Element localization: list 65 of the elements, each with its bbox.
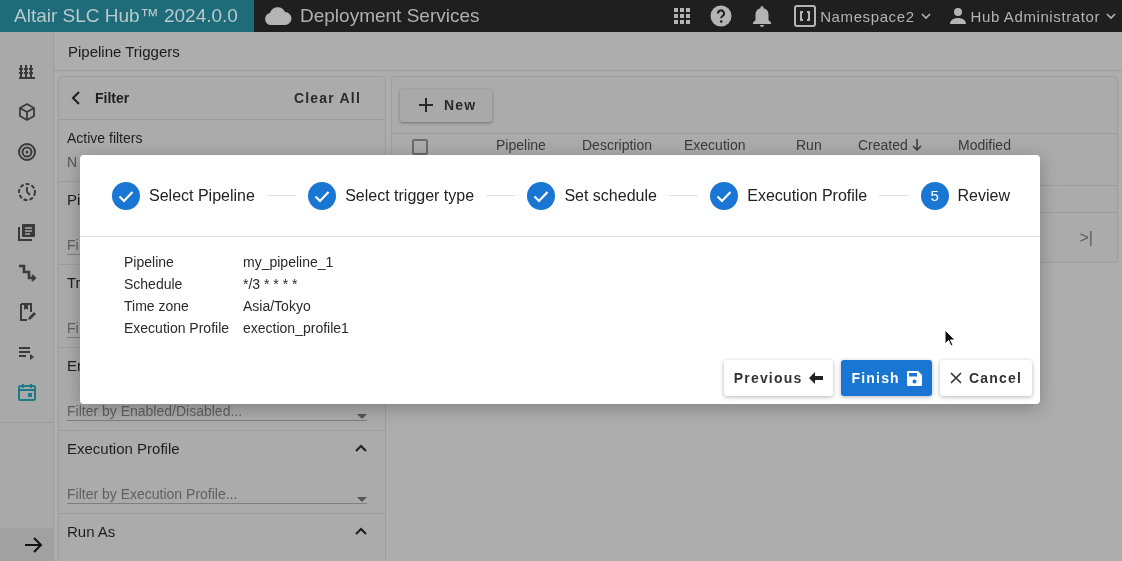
filter-section-title: Run As	[67, 522, 116, 540]
step-label: Select Pipeline	[149, 186, 255, 205]
column-header[interactable]: Created	[858, 137, 958, 153]
step-label: Set schedule	[564, 186, 657, 205]
filter-section-title: Pi	[67, 190, 81, 208]
step-label: Select trigger type	[345, 186, 475, 205]
save-icon	[906, 370, 922, 386]
step-label: Review	[957, 186, 1011, 205]
review-value: exection_profile1	[243, 319, 349, 338]
product-title: Altair SLC Hub™ 2024.0.0	[0, 0, 254, 32]
step-number: 5	[920, 181, 949, 210]
active-filters-value: N	[67, 154, 79, 170]
active-filters-label: Active filters	[67, 130, 144, 146]
finish-button[interactable]: Finish	[841, 360, 932, 396]
calendar-icon	[16, 382, 37, 402]
clear-all-button[interactable]: Clear All	[293, 90, 361, 106]
cancel-button[interactable]: Cancel	[939, 360, 1032, 396]
new-button[interactable]: New	[400, 88, 493, 122]
step-label: Execution Profile	[747, 186, 868, 205]
last-page-button[interactable]: >|	[1079, 229, 1093, 247]
expand-sidebar-button[interactable]	[0, 528, 53, 561]
namespace-selector[interactable]: Namespace2	[790, 0, 937, 32]
filter-section-title: Tr	[67, 273, 81, 291]
review-value: my_pipeline_1	[243, 253, 335, 272]
arrow-left-icon	[809, 372, 824, 384]
arrow-right-icon	[23, 535, 44, 554]
review-value: */3 * * * *	[243, 275, 299, 294]
filter-section-title: Execution Profile	[67, 439, 180, 457]
column-header[interactable]: Modified	[958, 137, 1058, 153]
column-header[interactable]: Pipeline	[496, 137, 582, 153]
namespace-icon	[794, 5, 817, 27]
filter-section-title: Er	[67, 356, 82, 374]
bars-icon	[16, 62, 37, 82]
filter-field[interactable]: Filter by Execution Profile...	[67, 479, 367, 504]
filter-title: Filter	[95, 90, 131, 106]
back-button[interactable]	[71, 91, 81, 105]
bell-icon[interactable]	[752, 5, 773, 27]
close-icon	[949, 372, 962, 384]
column-header[interactable]: Run	[796, 137, 858, 153]
app-title: Deployment Services	[300, 5, 480, 27]
review-label: Execution Profile	[124, 319, 231, 338]
person-icon	[948, 7, 967, 25]
previous-button[interactable]: Previous	[723, 360, 834, 396]
column-header[interactable]: Description	[582, 137, 684, 153]
user-menu[interactable]: Hub Administrator	[944, 0, 1122, 32]
clock-icon	[16, 182, 37, 202]
help-icon[interactable]	[710, 5, 733, 27]
documents-icon	[16, 222, 37, 242]
review-label: Time zone	[124, 297, 190, 316]
apps-grid-icon[interactable]	[674, 8, 691, 24]
chevron-up-icon[interactable]	[355, 526, 367, 536]
review-label: Schedule	[124, 275, 184, 294]
column-header[interactable]: Execution	[684, 137, 796, 153]
cursor-icon	[944, 329, 956, 347]
chevron-left-icon	[71, 91, 81, 105]
sort-down-icon	[911, 138, 922, 152]
review-label: Pipeline	[124, 253, 175, 272]
page-title: Pipeline Triggers	[54, 32, 1122, 71]
target-icon	[16, 142, 37, 162]
cloud-icon	[264, 6, 292, 26]
stairs-icon	[16, 262, 37, 282]
cube-icon	[16, 102, 37, 122]
chevron-up-icon[interactable]	[355, 443, 367, 453]
plus-icon	[418, 97, 434, 113]
review-value: Asia/Tokyo	[243, 297, 312, 316]
